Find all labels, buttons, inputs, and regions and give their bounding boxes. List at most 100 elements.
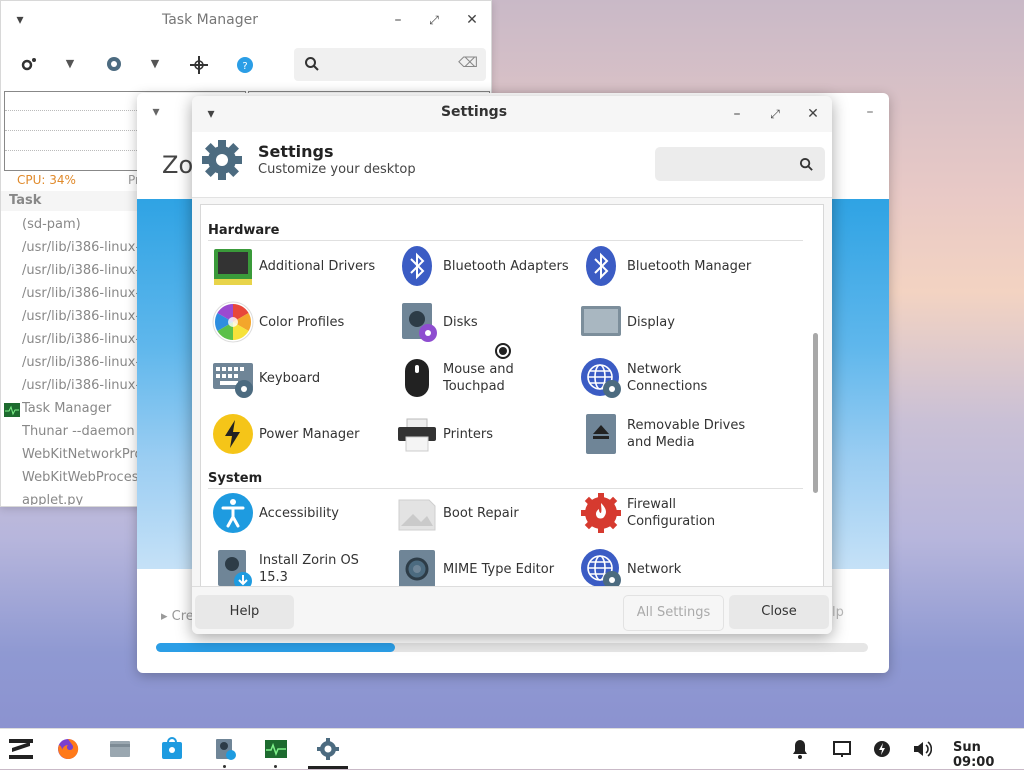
task-manager-icon — [4, 403, 20, 417]
minimize-button[interactable]: – — [387, 9, 409, 31]
item-label: Boot Repair — [443, 505, 519, 521]
gear-icon[interactable] — [102, 52, 126, 76]
close-button[interactable]: Close — [729, 595, 829, 629]
item-bluetooth-adapters[interactable]: Bluetooth Adapters — [393, 243, 573, 289]
item-printers[interactable]: Printers — [393, 411, 573, 457]
item-mouse-touchpad[interactable]: Mouse and Touchpad — [393, 355, 573, 401]
process-row[interactable]: applet.py — [22, 493, 137, 505]
process-row[interactable]: /usr/lib/i386-linux- — [22, 286, 137, 301]
window-heading: Zo — [162, 151, 194, 179]
clear-icon[interactable]: ⌫ — [458, 55, 478, 71]
header-title: Settings — [258, 142, 334, 161]
label-line: Configuration — [627, 514, 716, 529]
mime-gear-icon — [399, 550, 435, 588]
power-icon[interactable] — [872, 737, 892, 761]
chevron-right-icon: ▸ — [161, 609, 172, 624]
svg-text:?: ? — [242, 61, 247, 72]
task-manager-icon[interactable] — [264, 737, 288, 761]
help-icon[interactable]: ? — [233, 53, 257, 77]
all-settings-button[interactable]: All Settings — [623, 595, 724, 631]
search-icon — [305, 57, 319, 71]
firefox-icon[interactable] — [56, 737, 80, 761]
item-label: Printers — [443, 426, 494, 442]
display-icon[interactable] — [832, 737, 852, 761]
mouse-icon — [405, 359, 429, 397]
item-additional-drivers[interactable]: Additional Drivers — [209, 243, 389, 289]
item-network-connections[interactable]: Network Connections — [577, 355, 757, 401]
details-expander[interactable]: ▸ Cre — [161, 609, 194, 624]
process-row[interactable]: WebKitWebProces — [22, 470, 137, 485]
process-row[interactable]: Thunar --daemon — [22, 424, 137, 439]
settings-icon[interactable] — [316, 737, 340, 761]
label-line: Removable Drives — [627, 418, 746, 433]
window-title: Settings — [440, 104, 508, 120]
notification-bell-icon[interactable] — [790, 737, 810, 761]
item-label: Display — [627, 314, 675, 330]
search-input[interactable] — [655, 147, 825, 181]
network-globe-icon — [581, 358, 621, 398]
item-boot-repair[interactable]: Boot Repair — [393, 490, 573, 536]
help-button-partial[interactable]: lp — [832, 605, 844, 620]
installer-icon[interactable] — [213, 737, 237, 761]
process-row[interactable]: WebKitNetworkPro — [22, 447, 137, 462]
crosshair-icon[interactable] — [187, 53, 211, 77]
taskbar: Sun 09:00 — [0, 728, 1024, 770]
minimize-button[interactable]: – — [859, 101, 881, 123]
maximize-button[interactable]: ⤢ — [423, 9, 445, 31]
item-label: Mouse and Touchpad — [443, 355, 514, 401]
close-button[interactable]: ✕ — [802, 103, 824, 125]
item-accessibility[interactable]: Accessibility — [209, 490, 389, 536]
label-line: Touchpad — [443, 379, 505, 394]
item-removable-drives[interactable]: Removable Drives and Media — [577, 411, 757, 457]
boot-repair-icon — [398, 499, 436, 531]
display-icon — [581, 306, 621, 336]
search-input[interactable]: ⌫ — [294, 48, 486, 81]
label-line: Network — [627, 362, 682, 377]
process-row[interactable]: /usr/lib/i386-linux- — [22, 355, 137, 370]
section-system: System — [208, 471, 263, 486]
process-row[interactable]: /usr/lib/i386-linux- — [22, 240, 137, 255]
process-row[interactable]: /usr/lib/i386-linux- — [22, 263, 137, 278]
label-line: Connections — [627, 379, 708, 394]
column-header-task[interactable]: Task — [1, 191, 145, 211]
settings-window: ▾ Settings – ⤢ ✕ Settings Customize your… — [192, 96, 832, 634]
process-row[interactable]: /usr/lib/i386-linux- — [22, 332, 137, 347]
window-menu-icon[interactable]: ▾ — [145, 101, 167, 123]
process-row[interactable]: /usr/lib/i386-linux- — [22, 378, 137, 393]
settings-cogs-icon[interactable] — [17, 53, 41, 77]
search-icon — [799, 157, 813, 171]
item-label: Bluetooth Manager — [627, 258, 752, 274]
process-row[interactable]: /usr/lib/i386-linux- — [22, 309, 137, 324]
chevron-down-icon[interactable]: ▼ — [59, 53, 81, 75]
installer-icon — [218, 550, 252, 590]
item-keyboard[interactable]: Keyboard — [209, 355, 389, 401]
item-color-profiles[interactable]: Color Profiles — [209, 299, 389, 345]
power-bolt-icon — [213, 414, 253, 454]
label-line: Mouse and — [443, 362, 514, 377]
close-button[interactable]: ✕ — [461, 9, 483, 31]
item-disks[interactable]: Disks — [393, 299, 573, 345]
software-icon[interactable] — [160, 737, 184, 761]
minimize-button[interactable]: – — [726, 103, 748, 125]
process-row[interactable]: (sd-pam) — [22, 217, 137, 232]
bluetooth-icon — [402, 246, 432, 286]
help-button[interactable]: Help — [195, 595, 294, 629]
item-power-manager[interactable]: Power Manager — [209, 411, 389, 457]
chevron-down-icon[interactable]: ▼ — [144, 53, 166, 75]
item-label: Keyboard — [259, 370, 321, 386]
clock[interactable]: Sun 09:00 — [953, 740, 1024, 770]
maximize-button[interactable]: ⤢ — [764, 103, 786, 125]
files-icon[interactable] — [108, 737, 132, 761]
scrollbar-thumb[interactable] — [813, 333, 818, 493]
item-display[interactable]: Display — [577, 299, 757, 345]
item-firewall[interactable]: Firewall Configuration — [577, 490, 757, 536]
keyboard-icon — [213, 363, 253, 398]
process-row[interactable]: Task Manager — [22, 401, 137, 416]
divider — [208, 240, 803, 241]
zorin-menu-icon[interactable] — [8, 737, 34, 761]
network-globe-icon — [581, 549, 621, 589]
item-bluetooth-manager[interactable]: Bluetooth Manager — [577, 243, 757, 289]
chip-icon — [214, 249, 252, 285]
volume-icon[interactable] — [912, 737, 932, 761]
progress-bar — [156, 643, 395, 652]
